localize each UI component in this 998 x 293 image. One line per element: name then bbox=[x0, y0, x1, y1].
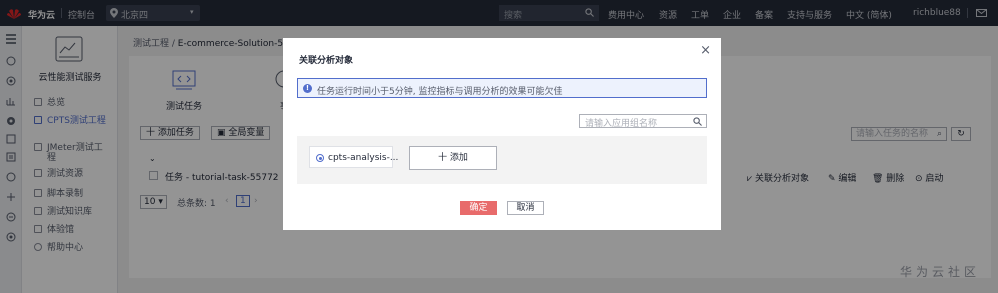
add-analysis-object-button[interactable]: 十 添加 bbox=[409, 146, 497, 170]
dialog-title: 关联分析对象 bbox=[299, 56, 354, 66]
alert-text: 任务运行时间小于5分钟, 监控指标与调用分析的效果可能欠佳 bbox=[317, 87, 563, 97]
analysis-object-label: cpts-analysis-... bbox=[328, 153, 399, 163]
confirm-button[interactable]: 确定 bbox=[460, 201, 497, 215]
search-icon[interactable] bbox=[693, 117, 702, 126]
app-group-search-input[interactable]: 请输入应用组名称 bbox=[579, 114, 707, 129]
analysis-object-option[interactable]: cpts-analysis-... bbox=[309, 146, 398, 168]
link-analysis-dialog: 关联分析对象 × ! 任务运行时间小于5分钟, 监控指标与调用分析的效果可能欠佳… bbox=[283, 38, 721, 230]
info-alert: ! 任务运行时间小于5分钟, 监控指标与调用分析的效果可能欠佳 bbox=[297, 78, 707, 98]
info-icon: ! bbox=[303, 84, 312, 93]
cancel-button[interactable]: 取消 bbox=[507, 201, 544, 215]
radio-selected[interactable] bbox=[316, 154, 324, 162]
search-placeholder: 请输入应用组名称 bbox=[585, 119, 658, 129]
analysis-object-panel: cpts-analysis-... 十 添加 bbox=[297, 136, 707, 184]
close-icon[interactable]: × bbox=[700, 44, 711, 58]
